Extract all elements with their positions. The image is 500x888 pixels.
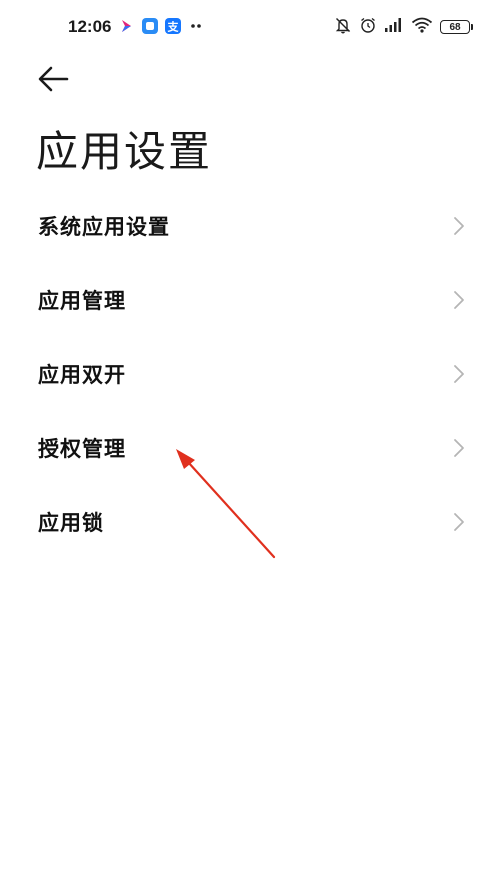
- chevron-right-icon: [454, 439, 464, 457]
- menu-item-label: 应用锁: [38, 511, 104, 535]
- page-title: 应用设置: [36, 127, 213, 176]
- notification-icons: 支: [118, 17, 205, 35]
- chevron-right-icon: [454, 217, 464, 235]
- menu-item-app-lock[interactable]: 应用锁: [0, 485, 500, 559]
- menu-item-system-app-settings[interactable]: 系统应用设置: [0, 189, 500, 263]
- menu-item-label: 应用管理: [38, 289, 126, 313]
- signal-icon: [384, 17, 404, 37]
- svg-text:支: 支: [167, 20, 180, 34]
- status-right-icons: 68: [334, 16, 473, 38]
- settings-menu-list: 系统应用设置 应用管理 应用双开 授权管理 应用锁: [0, 189, 500, 559]
- chevron-right-icon: [454, 291, 464, 309]
- chat-app-icon: [141, 17, 159, 35]
- battery-icon: 68: [440, 20, 473, 34]
- chevron-right-icon: [454, 365, 464, 383]
- app-arrow-icon: [118, 17, 136, 35]
- menu-item-permissions[interactable]: 授权管理: [0, 411, 500, 485]
- more-dots-icon: [187, 17, 205, 35]
- menu-item-app-management[interactable]: 应用管理: [0, 263, 500, 337]
- menu-item-label: 应用双开: [38, 363, 126, 387]
- menu-item-dual-apps[interactable]: 应用双开: [0, 337, 500, 411]
- chevron-right-icon: [454, 513, 464, 531]
- back-button[interactable]: [36, 62, 72, 98]
- wifi-icon: [411, 17, 433, 37]
- back-arrow-icon: [38, 66, 69, 92]
- status-time: 12:06: [68, 17, 112, 36]
- menu-item-label: 系统应用设置: [38, 215, 170, 239]
- mute-bell-icon: [334, 16, 352, 38]
- status-bar: 12:06 支 68: [0, 0, 500, 56]
- alarm-icon: [359, 16, 377, 38]
- menu-item-label: 授权管理: [38, 437, 126, 461]
- alipay-icon: 支: [164, 17, 182, 35]
